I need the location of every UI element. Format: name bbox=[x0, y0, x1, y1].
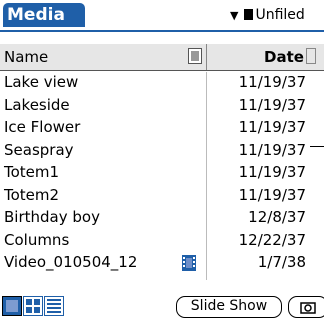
category-label: Unfiled bbox=[255, 7, 305, 23]
list-item[interactable]: Birthday boy 12/8/37 bbox=[0, 207, 324, 230]
item-name: Totem1 bbox=[4, 163, 60, 181]
thumbnail-large-view-icon[interactable] bbox=[2, 296, 22, 316]
category-icon bbox=[244, 9, 254, 20]
video-icon bbox=[182, 255, 196, 271]
film-column-icon bbox=[188, 48, 202, 64]
item-date: 12/22/37 bbox=[238, 230, 306, 249]
list-item[interactable]: Totem1 11/19/37 bbox=[0, 162, 324, 185]
list-item[interactable]: Columns 12/22/37 bbox=[0, 230, 324, 253]
sort-icon bbox=[305, 48, 316, 64]
list-item[interactable]: Lake view 11/19/37 bbox=[0, 72, 324, 95]
list-view-icon[interactable] bbox=[44, 296, 64, 316]
item-name: Lake view bbox=[4, 73, 79, 91]
item-name: Columns bbox=[4, 230, 70, 249]
item-name: Birthday boy bbox=[4, 208, 100, 226]
item-name: Seaspray bbox=[4, 140, 74, 159]
item-date: 11/19/37 bbox=[238, 140, 306, 159]
thumbnail-grid-view-icon[interactable] bbox=[23, 296, 43, 316]
list-item[interactable]: Lakeside 11/19/37 bbox=[0, 95, 324, 118]
title-bar: Media ▼ Unfiled bbox=[0, 0, 324, 32]
list-item[interactable]: Ice Flower 11/19/37 bbox=[0, 117, 324, 140]
category-dropdown[interactable]: ▼ Unfiled bbox=[230, 3, 305, 27]
camera-button[interactable] bbox=[288, 296, 324, 318]
app-title[interactable]: Media bbox=[3, 3, 85, 27]
item-name: Ice Flower bbox=[4, 118, 81, 136]
item-date: 11/19/37 bbox=[238, 73, 306, 91]
item-date: 11/19/37 bbox=[238, 95, 306, 114]
item-date: 11/19/37 bbox=[238, 185, 306, 204]
column-date-header[interactable]: Date bbox=[264, 48, 316, 66]
column-divider bbox=[206, 44, 207, 70]
item-date: 11/19/37 bbox=[238, 118, 306, 136]
slideshow-button[interactable]: Slide Show bbox=[176, 296, 282, 318]
item-name: Lakeside bbox=[4, 95, 70, 114]
item-date: 1/7/38 bbox=[257, 253, 306, 271]
dropdown-arrow-icon: ▼ bbox=[230, 9, 239, 22]
item-name: Totem2 bbox=[4, 185, 60, 204]
list-item[interactable]: Totem2 11/19/37 bbox=[0, 185, 324, 208]
item-name: Video_010504_12 bbox=[4, 253, 138, 271]
camera-icon bbox=[300, 302, 316, 314]
column-name-header[interactable]: Name bbox=[4, 48, 48, 66]
item-date: 11/19/37 bbox=[238, 163, 306, 181]
list-item[interactable]: Video_010504_12 1/7/38 bbox=[0, 252, 324, 275]
media-list: Lake view 11/19/37 Lakeside 11/19/37 Ice Flo… bbox=[0, 72, 324, 275]
column-header: Name Date bbox=[0, 44, 324, 71]
list-item[interactable]: Seaspray 11/19/37 bbox=[0, 140, 324, 163]
item-date: 12/8/37 bbox=[248, 208, 306, 226]
bottom-toolbar: Slide Show bbox=[0, 290, 324, 324]
